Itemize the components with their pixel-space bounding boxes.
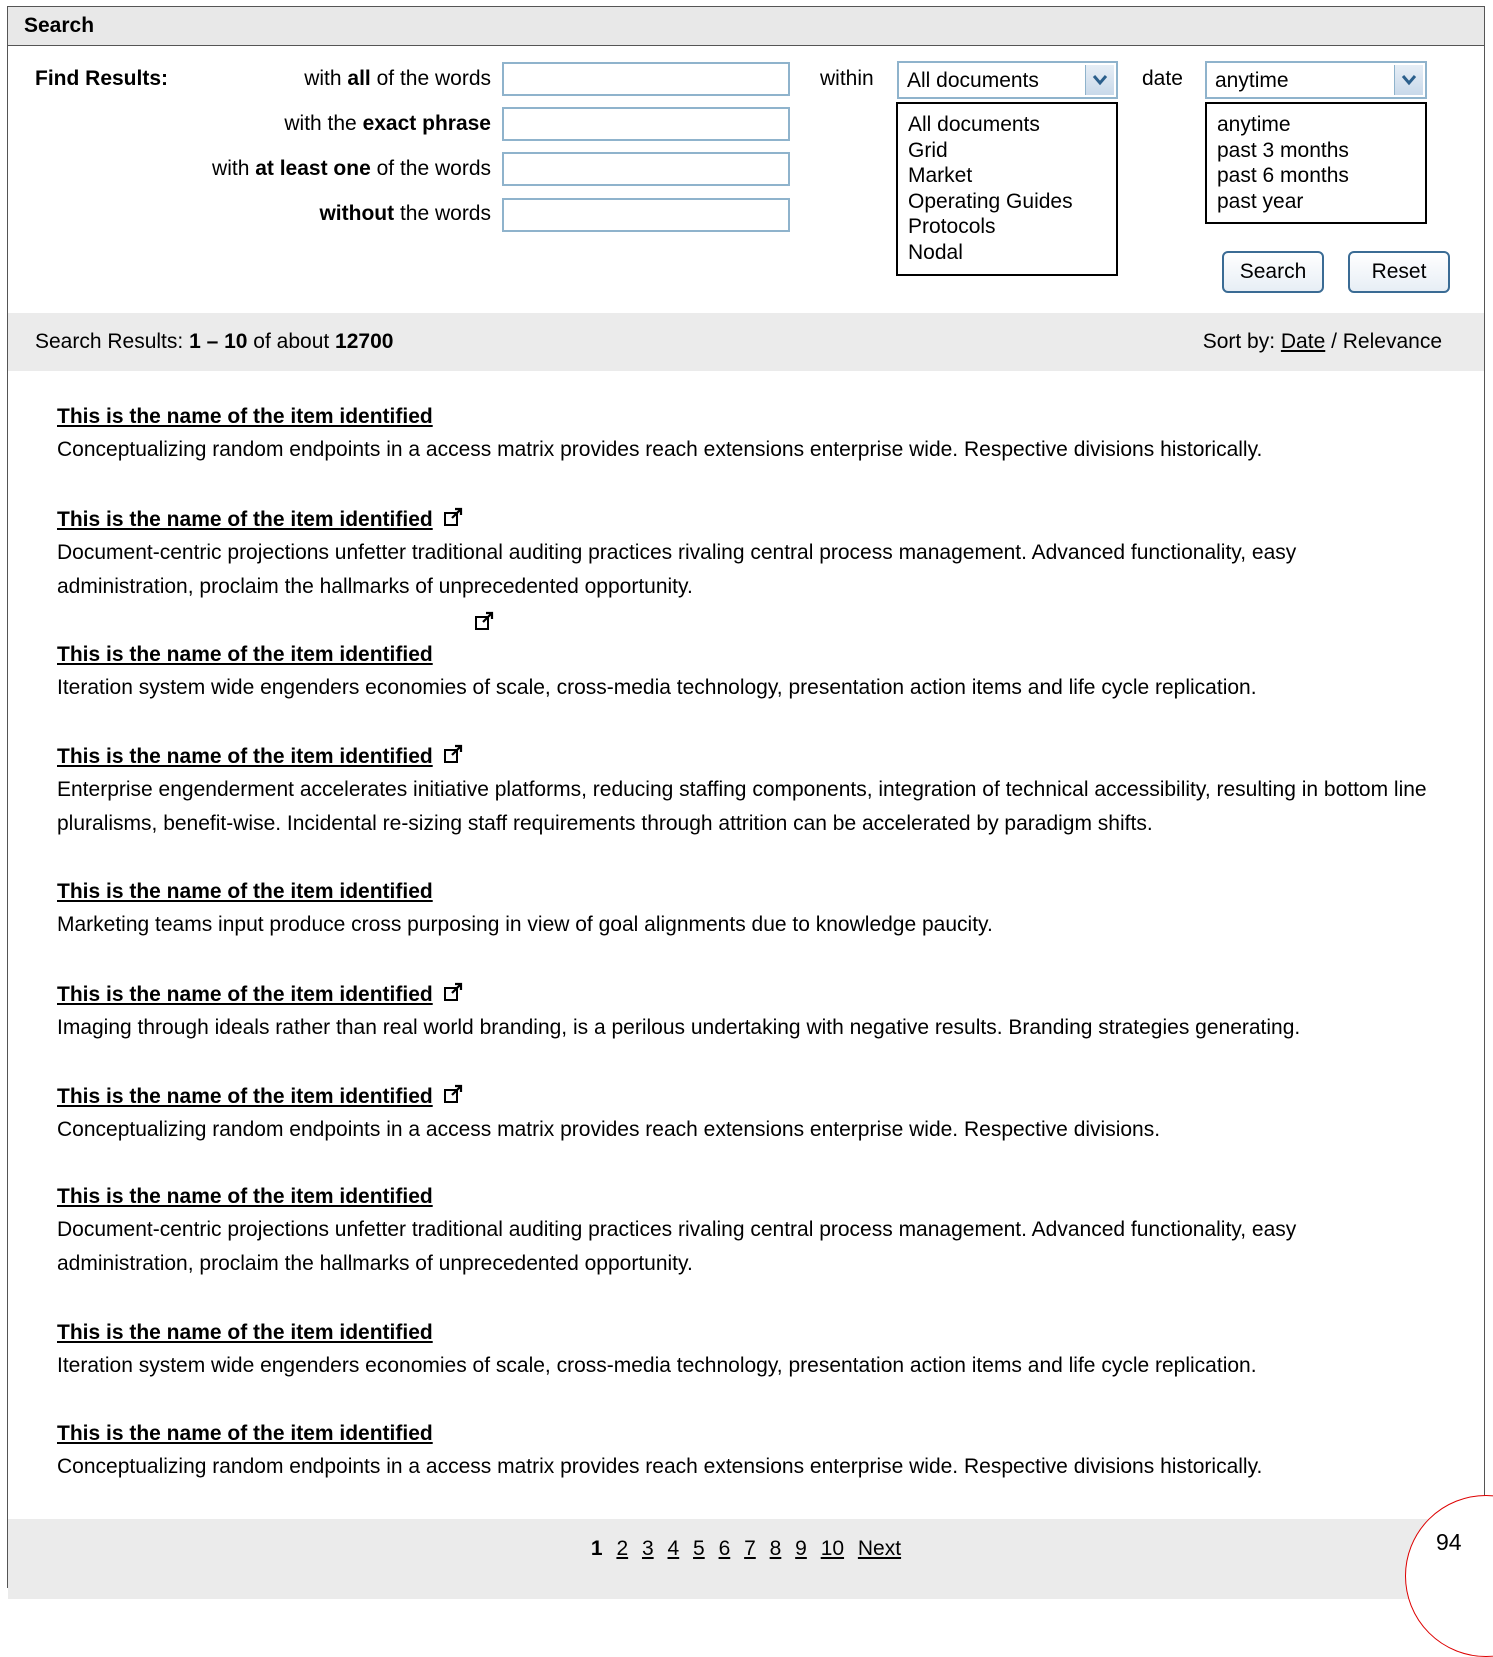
result-title-link[interactable]: This is the name of the item identified [57,1085,433,1109]
pager-current-page: 1 [590,1537,603,1560]
result-item: This is the name of the item identified … [57,405,1437,467]
result-item: This is the name of the item identified … [57,1321,1437,1383]
result-description: Conceptualizing random endpoints in a ac… [57,438,1263,461]
result-title-link[interactable]: This is the name of the item identified [57,405,433,429]
results-summary-bar: Search Results: 1 – 10 of about 12700 So… [8,313,1484,371]
page-number: 94 [1436,1529,1462,1555]
search-button[interactable]: Search [1222,251,1324,293]
exact-phrase-input[interactable] [502,107,790,141]
result-item: This is the name of the item identified … [57,744,1437,841]
within-option[interactable]: Market [908,163,1106,189]
result-title-link[interactable]: This is the name of the item identified [57,508,433,532]
criteria-without-label: without the words [319,202,491,225]
results-count: Search Results: 1 – 10 of about 12700 [35,330,394,353]
result-title-link[interactable]: This is the name of the item identified [57,1185,433,1209]
result-item: This is the name of the item identified … [57,1185,1437,1281]
result-description: Document-centric projections unfetter tr… [57,1218,1297,1275]
result-item: This is the name of the item identified … [57,880,1437,942]
sort-by-relevance: Relevance [1342,330,1442,353]
result-title-link[interactable]: This is the name of the item identified [57,983,433,1007]
result-title-link[interactable]: This is the name of the item identified [57,1422,433,1446]
within-option[interactable]: Nodal [908,240,1106,266]
date-option[interactable]: past 6 months [1217,163,1415,189]
result-item: This is the name of the item identified … [57,507,1437,604]
within-options-list: All documents Grid Market Operating Guid… [896,102,1118,276]
within-option[interactable]: Grid [908,138,1106,164]
sort-controls: Sort by: Date / Relevance [1202,330,1442,353]
result-title-link[interactable]: This is the name of the item identified [57,643,433,667]
criteria-exact-phrase-label: with the exact phrase [284,112,491,135]
result-title-link[interactable]: This is the name of the item identified [57,880,433,904]
within-selected-value: All documents [907,69,1039,92]
date-option[interactable]: past 3 months [1217,138,1415,164]
find-results-label: Find Results: [35,67,169,90]
pager-page-link[interactable]: 7 [744,1537,756,1560]
external-link-icon[interactable] [474,611,494,636]
external-link-icon[interactable] [443,507,463,532]
search-panel: Search Find Results: with all of the wor… [7,6,1485,1599]
pager-page-link[interactable]: 9 [795,1537,807,1560]
result-description: Iteration system wide engenders economie… [57,676,1257,699]
pager-page-link[interactable]: 4 [668,1537,680,1560]
result-description: Document-centric projections unfetter tr… [57,541,1297,598]
within-option[interactable]: All documents [908,112,1106,138]
panel-title: Search [24,14,95,37]
result-item: This is the name of the item identified … [57,982,1437,1045]
result-description: Imaging through ideals rather than real … [57,1016,1301,1039]
pager-page-link[interactable]: 6 [719,1537,731,1560]
within-option[interactable]: Operating Guides [908,189,1106,215]
chevron-down-icon[interactable] [1394,65,1423,95]
external-link-icon[interactable] [443,1084,463,1109]
within-select[interactable]: All documents [897,61,1118,99]
within-label: within [820,67,874,90]
criteria-all-words-label: with all of the words [304,67,491,90]
result-description: Marketing teams input produce cross purp… [57,913,993,936]
within-option[interactable]: Protocols [908,214,1106,240]
date-option[interactable]: past year [1217,189,1415,215]
chevron-down-icon[interactable] [1085,65,1114,95]
pager-page-link[interactable]: 3 [642,1537,654,1560]
pager-page-link[interactable]: 10 [821,1537,844,1560]
date-option[interactable]: anytime [1217,112,1415,138]
result-description: Enterprise engenderment accelerates init… [57,778,1427,835]
result-description: Iteration system wide engenders economie… [57,1354,1257,1377]
date-select[interactable]: anytime [1205,61,1427,99]
date-options-list: anytime past 3 months past 6 months past… [1205,102,1427,224]
criteria-at-least-one-label: with at least one of the words [212,157,491,180]
pager-page-link[interactable]: 2 [616,1537,628,1560]
external-link-icon[interactable] [443,744,463,769]
result-item: This is the name of the item identified … [57,643,1437,705]
pager-page-link[interactable]: 5 [693,1537,705,1560]
pagination-bar: 1 2 3 4 5 6 7 8 9 10 Next [8,1519,1484,1599]
result-title-link[interactable]: This is the name of the item identified [57,745,433,769]
pager-page-link[interactable]: 8 [770,1537,782,1560]
result-description: Conceptualizing random endpoints in a ac… [57,1118,1161,1141]
date-selected-value: anytime [1215,69,1289,92]
result-item: This is the name of the item identified … [57,1084,1437,1147]
reset-button[interactable]: Reset [1348,251,1450,293]
pager-next-link[interactable]: Next [858,1537,901,1560]
at-least-one-input[interactable] [502,152,790,186]
external-link-icon[interactable] [443,982,463,1007]
without-words-input[interactable] [502,198,790,232]
pagination: 1 2 3 4 5 6 7 8 9 10 Next [8,1537,1484,1561]
result-item: This is the name of the item identified … [57,1422,1437,1484]
result-description: Conceptualizing random endpoints in a ac… [57,1455,1263,1478]
all-words-input[interactable] [502,62,790,96]
sort-by-date-link[interactable]: Date [1281,330,1325,353]
panel-titlebar: Search [8,7,1484,46]
date-label: date [1142,67,1183,90]
result-title-link[interactable]: This is the name of the item identified [57,1321,433,1345]
